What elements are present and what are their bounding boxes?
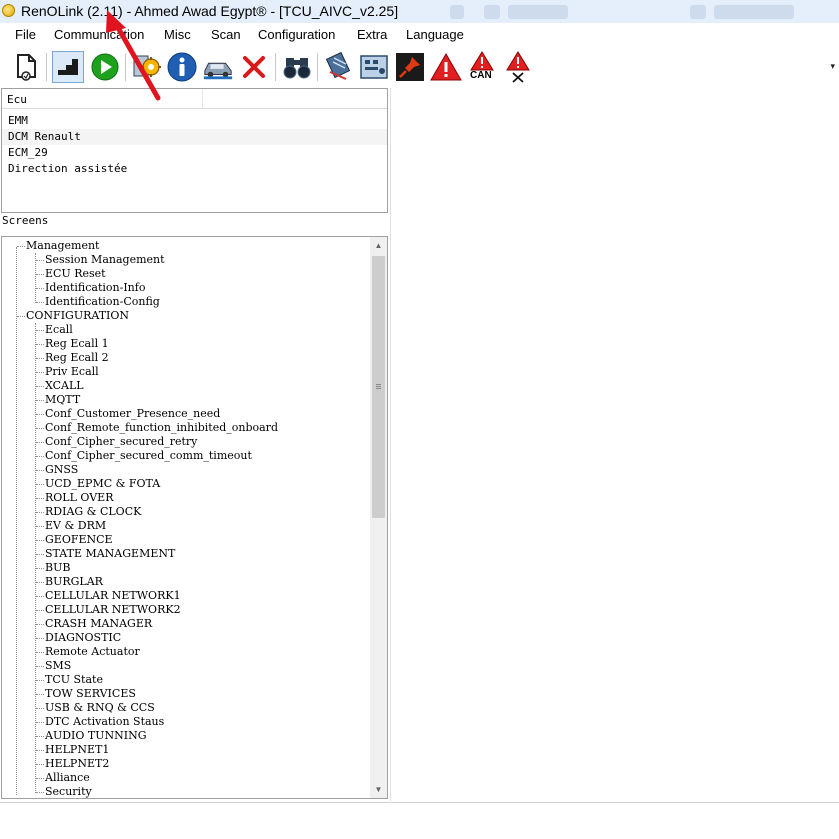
tree-item[interactable]: BUB xyxy=(2,561,370,575)
tree-group-node[interactable]: Management xyxy=(2,239,370,253)
play-icon[interactable] xyxy=(89,51,121,83)
tree-item[interactable]: ECU Reset xyxy=(2,267,370,281)
tree-item[interactable]: Ecall xyxy=(2,323,370,337)
app-icon xyxy=(2,4,15,17)
info-icon[interactable] xyxy=(166,51,198,83)
menu-language[interactable]: Language xyxy=(406,27,464,42)
tree-item[interactable]: TOW SERVICES xyxy=(2,687,370,701)
steps-icon[interactable] xyxy=(52,51,84,83)
ecu-item[interactable]: DCM Renault xyxy=(2,129,387,145)
tree-item[interactable]: CELLULAR NETWORK1 xyxy=(2,589,370,603)
menu-misc[interactable]: Misc xyxy=(164,27,191,42)
tree-item[interactable]: SMS xyxy=(2,659,370,673)
status-bar xyxy=(0,802,839,839)
tree-item[interactable]: DTC Activation Staus xyxy=(2,715,370,729)
screens-tree-panel: Management Session Management ECU Reset Ide… xyxy=(1,236,388,799)
pin-icon[interactable] xyxy=(394,51,426,83)
tree-item[interactable]: HELPNET1 xyxy=(2,743,370,757)
tree-item[interactable]: Session Management xyxy=(2,253,370,267)
tree-item[interactable]: GNSS xyxy=(2,463,370,477)
menu-extra[interactable]: Extra xyxy=(357,27,387,42)
menu-bar: File Communication Misc Scan Configurati… xyxy=(0,23,839,47)
toolbar: CAN ▾ xyxy=(0,47,839,87)
tree-item[interactable]: Conf_Customer_Presence_need xyxy=(2,407,370,421)
scroll-down-arrow[interactable]: ▼ xyxy=(370,781,387,798)
ecu-item[interactable]: ECM_29 xyxy=(2,145,387,161)
screens-tree: Management Session Management ECU Reset Ide… xyxy=(2,239,370,798)
toolbar-overflow-chevron[interactable]: ▾ xyxy=(830,61,835,72)
ecu-item[interactable]: EMM xyxy=(2,113,387,129)
tree-item[interactable]: DIAGNOSTIC xyxy=(2,631,370,645)
chip-icon[interactable] xyxy=(323,51,355,83)
tree-item[interactable]: Identification-Info xyxy=(2,281,370,295)
scroll-thumb[interactable] xyxy=(372,256,385,518)
warning-can-icon[interactable]: CAN xyxy=(466,51,498,83)
title-bar: RenOLink (2.11) - Ahmed Awad Egypt® - [T… xyxy=(0,0,839,23)
tree-item[interactable]: Alliance xyxy=(2,771,370,785)
tree-item[interactable]: XCALL xyxy=(2,379,370,393)
tree-item[interactable]: STATE MANAGEMENT xyxy=(2,547,370,561)
scroll-up-arrow[interactable]: ▲ xyxy=(370,237,387,254)
ecu-list-panel: Ecu EMM DCM Renault ECM_29 Direction ass… xyxy=(1,88,388,213)
document-icon[interactable] xyxy=(10,51,42,83)
module-icon[interactable] xyxy=(358,51,390,83)
tree-item[interactable]: RDIAG & CLOCK xyxy=(2,505,370,519)
tree-item[interactable]: Reg Ecall 1 xyxy=(2,337,370,351)
gear-config-icon[interactable] xyxy=(131,51,163,83)
tree-item[interactable]: EV & DRM xyxy=(2,519,370,533)
tree-item[interactable]: Conf_Cipher_secured_retry xyxy=(2,435,370,449)
tree-item[interactable]: USB & RNQ & CCS xyxy=(2,701,370,715)
tree-item[interactable]: CELLULAR NETWORK2 xyxy=(2,603,370,617)
warning-clear-icon[interactable] xyxy=(502,51,534,83)
tree-item[interactable]: TCU State xyxy=(2,673,370,687)
menu-communication[interactable]: Communication xyxy=(54,27,144,42)
car-icon[interactable] xyxy=(202,51,234,83)
screens-label: Screens xyxy=(2,214,49,227)
tree-item[interactable]: Identification-Config xyxy=(2,295,370,309)
ecu-column-header[interactable]: Ecu xyxy=(7,93,27,106)
tree-item[interactable]: Reg Ecall 2 xyxy=(2,351,370,365)
can-label: CAN xyxy=(470,70,492,81)
tree-item[interactable]: Security xyxy=(2,785,370,798)
menu-scan[interactable]: Scan xyxy=(211,27,241,42)
screen-content-area xyxy=(390,88,839,801)
tree-item[interactable]: AUDIO TUNNING xyxy=(2,729,370,743)
tree-scrollbar[interactable]: ▲ ▼ xyxy=(370,237,387,798)
menu-file[interactable]: File xyxy=(15,27,36,42)
tree-item[interactable]: Conf_Cipher_secured_comm_timeout xyxy=(2,449,370,463)
tree-item[interactable]: Conf_Remote_function_inhibited_onboard xyxy=(2,421,370,435)
close-x-icon[interactable] xyxy=(238,51,270,83)
warning-icon[interactable] xyxy=(430,51,462,83)
ecu-list-header: Ecu xyxy=(2,89,387,109)
window-title: RenOLink (2.11) - Ahmed Awad Egypt® - [T… xyxy=(21,3,399,19)
menu-configuration[interactable]: Configuration xyxy=(258,27,335,42)
binoculars-icon[interactable] xyxy=(281,51,313,83)
tree-item[interactable]: Remote Actuator xyxy=(2,645,370,659)
tree-item[interactable]: ROLL OVER xyxy=(2,491,370,505)
tree-item[interactable]: GEOFENCE xyxy=(2,533,370,547)
tree-item[interactable]: BURGLAR xyxy=(2,575,370,589)
ecu-item[interactable]: Direction assistée xyxy=(2,161,387,177)
tree-item[interactable]: MQTT xyxy=(2,393,370,407)
tree-item[interactable]: UCD_EPMC & FOTA xyxy=(2,477,370,491)
tree-item[interactable]: HELPNET2 xyxy=(2,757,370,771)
tree-item[interactable]: CRASH MANAGER xyxy=(2,617,370,631)
tree-item[interactable]: Priv Ecall xyxy=(2,365,370,379)
tree-group-node[interactable]: CONFIGURATION xyxy=(2,309,370,323)
